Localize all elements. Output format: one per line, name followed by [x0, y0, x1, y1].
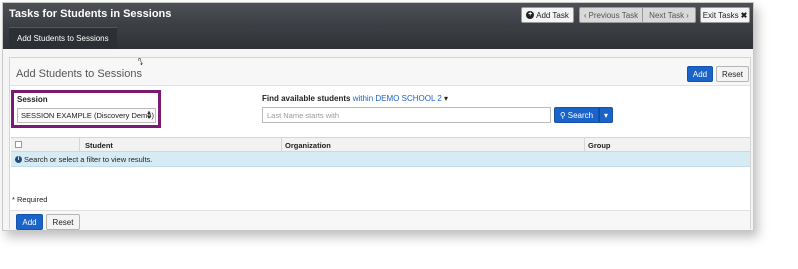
- session-select[interactable]: SESSION EXAMPLE (Discovery Demo) ▲ ▼: [17, 108, 156, 123]
- search-button[interactable]: ⚲ Search: [554, 107, 599, 123]
- chevron-right-icon: ›: [686, 10, 689, 20]
- column-divider: [584, 138, 585, 152]
- plus-circle-icon: +: [526, 11, 535, 19]
- page-title: Tasks for Students in Sessions: [9, 8, 172, 20]
- info-icon: i: [15, 155, 22, 163]
- select-arrows-icon: ▲ ▼: [146, 110, 152, 121]
- caret-down-icon: ▾: [603, 110, 608, 120]
- header-bar: Tasks for Students in Sessions + Add Tas…: [3, 3, 753, 27]
- column-organization[interactable]: Organization: [285, 141, 331, 150]
- select-all-checkbox[interactable]: [15, 141, 22, 148]
- next-task-label: Next Task: [649, 10, 685, 20]
- required-note: * Required: [12, 195, 48, 204]
- column-student[interactable]: Student: [85, 141, 113, 150]
- column-divider: [79, 138, 80, 152]
- last-name-search-input[interactable]: [262, 107, 551, 123]
- panel-footer: Add Reset: [10, 210, 750, 230]
- exit-tasks-label: Exit Tasks: [702, 10, 739, 20]
- exit-tasks-button[interactable]: Exit Tasks ✖: [700, 7, 750, 23]
- add-task-label: Add Task: [536, 10, 569, 20]
- next-task-button[interactable]: Next Task ›: [642, 7, 696, 23]
- results-message: Search or select a filter to view result…: [24, 154, 153, 164]
- find-label-text: Find available students: [262, 94, 351, 103]
- app-window: Tasks for Students in Sessions + Add Tas…: [2, 2, 754, 231]
- chevron-left-icon: ‹: [583, 10, 587, 20]
- tab-add-students-to-sessions[interactable]: Add Students to Sessions: [9, 27, 117, 49]
- previous-task-button[interactable]: ‹ Previous Task: [579, 7, 642, 23]
- footer-reset-button[interactable]: Reset: [46, 214, 80, 230]
- add-students-panel: Add Students to Sessions Add Reset Sessi…: [9, 57, 751, 230]
- session-label: Session: [17, 95, 48, 104]
- reset-button[interactable]: Reset: [716, 66, 749, 82]
- column-group[interactable]: Group: [588, 141, 611, 150]
- panel-title: Add Students to Sessions: [16, 68, 142, 80]
- column-divider: [281, 138, 282, 152]
- previous-task-label: Previous Task: [588, 10, 639, 20]
- results-message-row: i Search or select a filter to view resu…: [11, 152, 750, 167]
- find-students-label: Find available students within DEMO SCHO…: [262, 94, 448, 103]
- session-field-highlight: Session SESSION EXAMPLE (Discovery Demo)…: [11, 90, 161, 128]
- tab-bar: Add Students to Sessions: [3, 27, 753, 49]
- mouse-cursor-icon: ⭛: [138, 57, 143, 67]
- search-label: Search: [567, 110, 594, 120]
- school-scope-dropdown[interactable]: within DEMO SCHOOL 2 ▾: [353, 94, 448, 103]
- add-button[interactable]: Add: [687, 66, 713, 82]
- search-options-dropdown[interactable]: ▾: [599, 107, 613, 123]
- school-scope-text: within DEMO SCHOOL 2: [352, 94, 442, 103]
- results-table-header: Student Organization Group: [11, 137, 750, 152]
- panel-header: Add Students to Sessions Add Reset: [10, 58, 750, 86]
- footer-add-button[interactable]: Add: [16, 214, 43, 230]
- session-selected-value: SESSION EXAMPLE (Discovery Demo): [21, 111, 154, 120]
- search-icon: ⚲: [559, 110, 566, 120]
- close-icon: ✖: [740, 10, 748, 20]
- add-task-button[interactable]: + Add Task: [521, 7, 574, 23]
- caret-down-icon: ▾: [444, 94, 449, 103]
